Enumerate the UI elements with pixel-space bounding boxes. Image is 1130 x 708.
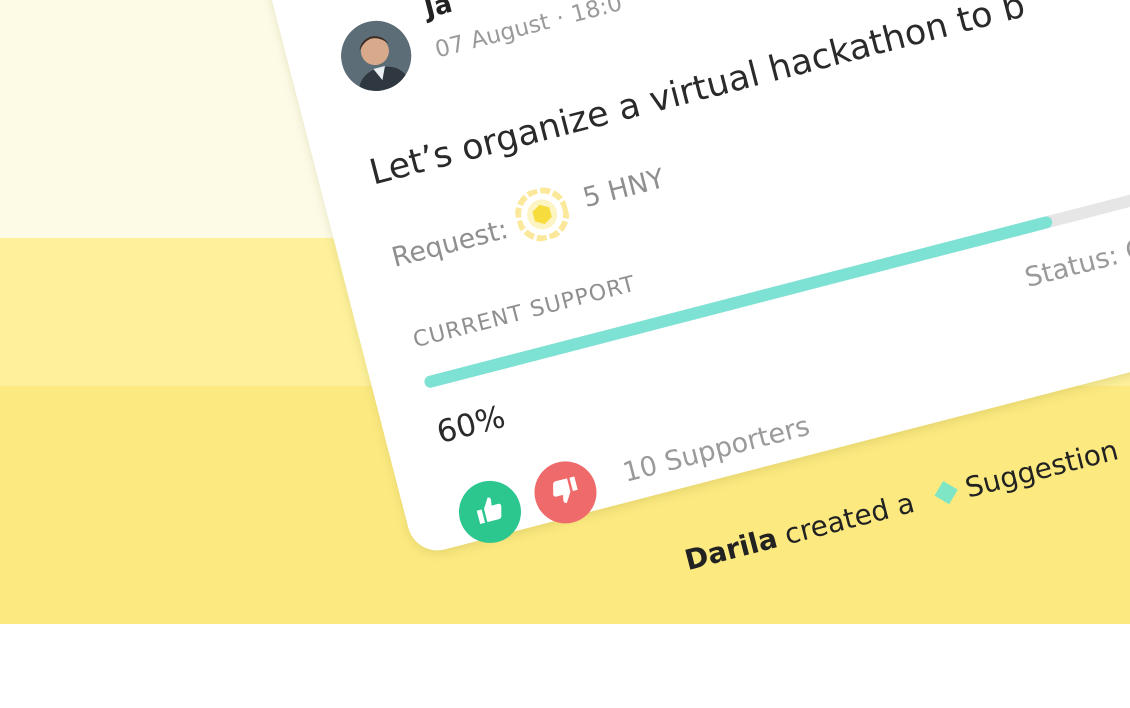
thumbs-up-icon xyxy=(471,492,509,532)
author-name[interactable]: Ja xyxy=(422,0,456,25)
avatar[interactable] xyxy=(333,13,419,99)
upvote-button[interactable] xyxy=(452,474,528,550)
post-meta: 07 August·18:0 xyxy=(433,0,625,63)
activity-user[interactable]: Darila xyxy=(681,522,780,577)
meta-separator: · xyxy=(553,5,568,33)
post-time: 18:0 xyxy=(568,0,625,29)
activity-text: created a xyxy=(781,486,918,552)
thumbs-down-icon xyxy=(547,472,585,512)
request-amount: 5 HNY xyxy=(579,163,668,215)
downvote-button[interactable] xyxy=(527,454,604,531)
support-percent: 60% xyxy=(433,398,509,451)
supporters-count[interactable]: 10 Supporters xyxy=(620,411,813,489)
request-label: Request: xyxy=(388,214,512,274)
activity-type: Suggestion xyxy=(961,433,1122,505)
suggestion-diamond-icon xyxy=(933,480,958,504)
honey-token-icon xyxy=(510,183,573,246)
status-text: Status: Open xyxy=(1021,219,1130,294)
